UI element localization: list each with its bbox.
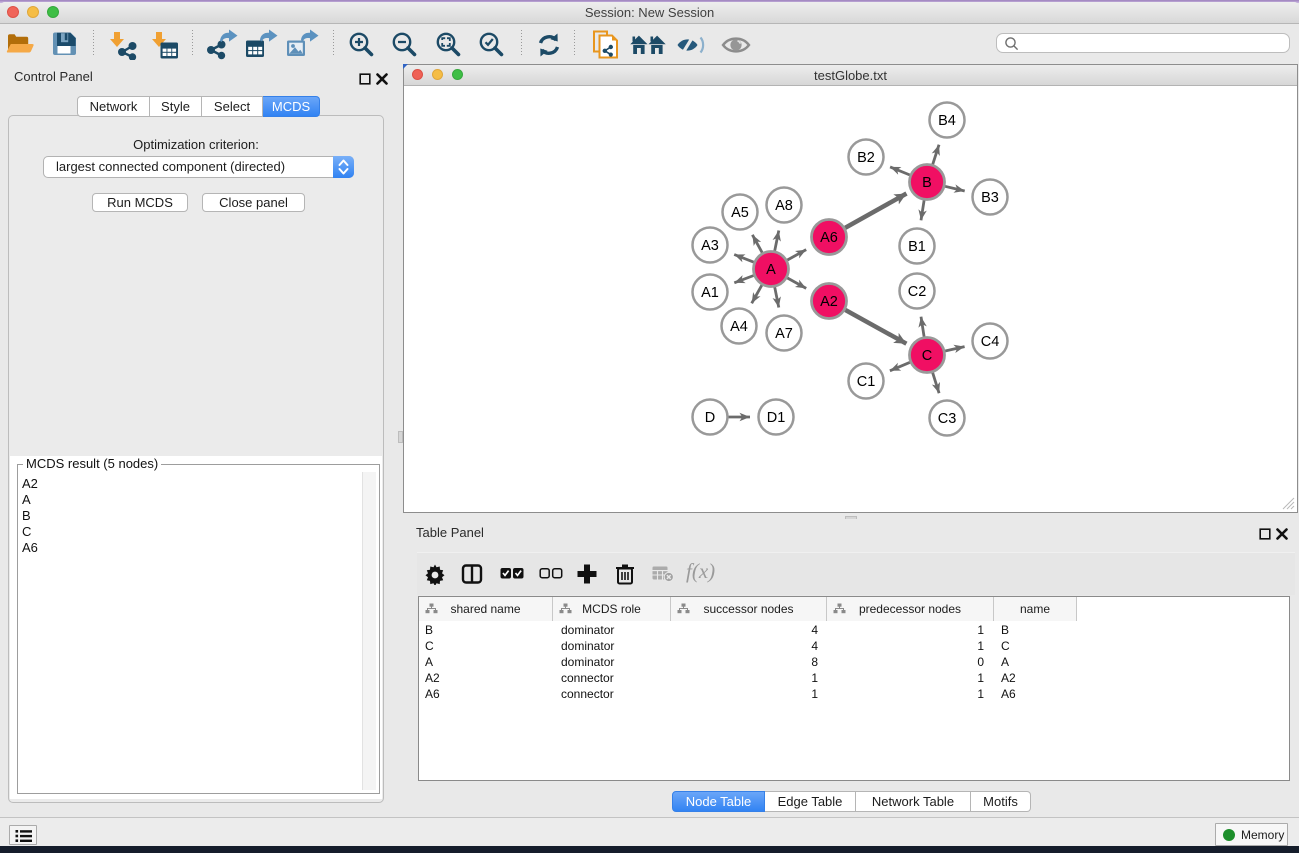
svg-text:A5: A5	[731, 205, 749, 221]
svg-text:C1: C1	[857, 374, 876, 390]
svg-text:A4: A4	[730, 319, 748, 335]
svg-text:B1: B1	[908, 239, 926, 255]
svg-text:C2: C2	[908, 284, 927, 300]
svg-text:A8: A8	[775, 198, 793, 214]
svg-text:D: D	[705, 410, 715, 426]
svg-text:C: C	[922, 348, 932, 364]
svg-text:B: B	[922, 175, 932, 191]
svg-text:C3: C3	[938, 411, 957, 427]
svg-text:B4: B4	[938, 113, 956, 129]
svg-text:A2: A2	[820, 294, 838, 310]
svg-text:A3: A3	[701, 238, 719, 254]
svg-text:C4: C4	[981, 334, 1000, 350]
svg-text:A: A	[766, 262, 776, 278]
svg-text:D1: D1	[767, 410, 786, 426]
svg-text:B3: B3	[981, 190, 999, 206]
svg-text:A7: A7	[775, 326, 793, 342]
svg-text:B2: B2	[857, 150, 875, 166]
svg-text:A6: A6	[820, 230, 838, 246]
svg-text:A1: A1	[701, 285, 719, 301]
